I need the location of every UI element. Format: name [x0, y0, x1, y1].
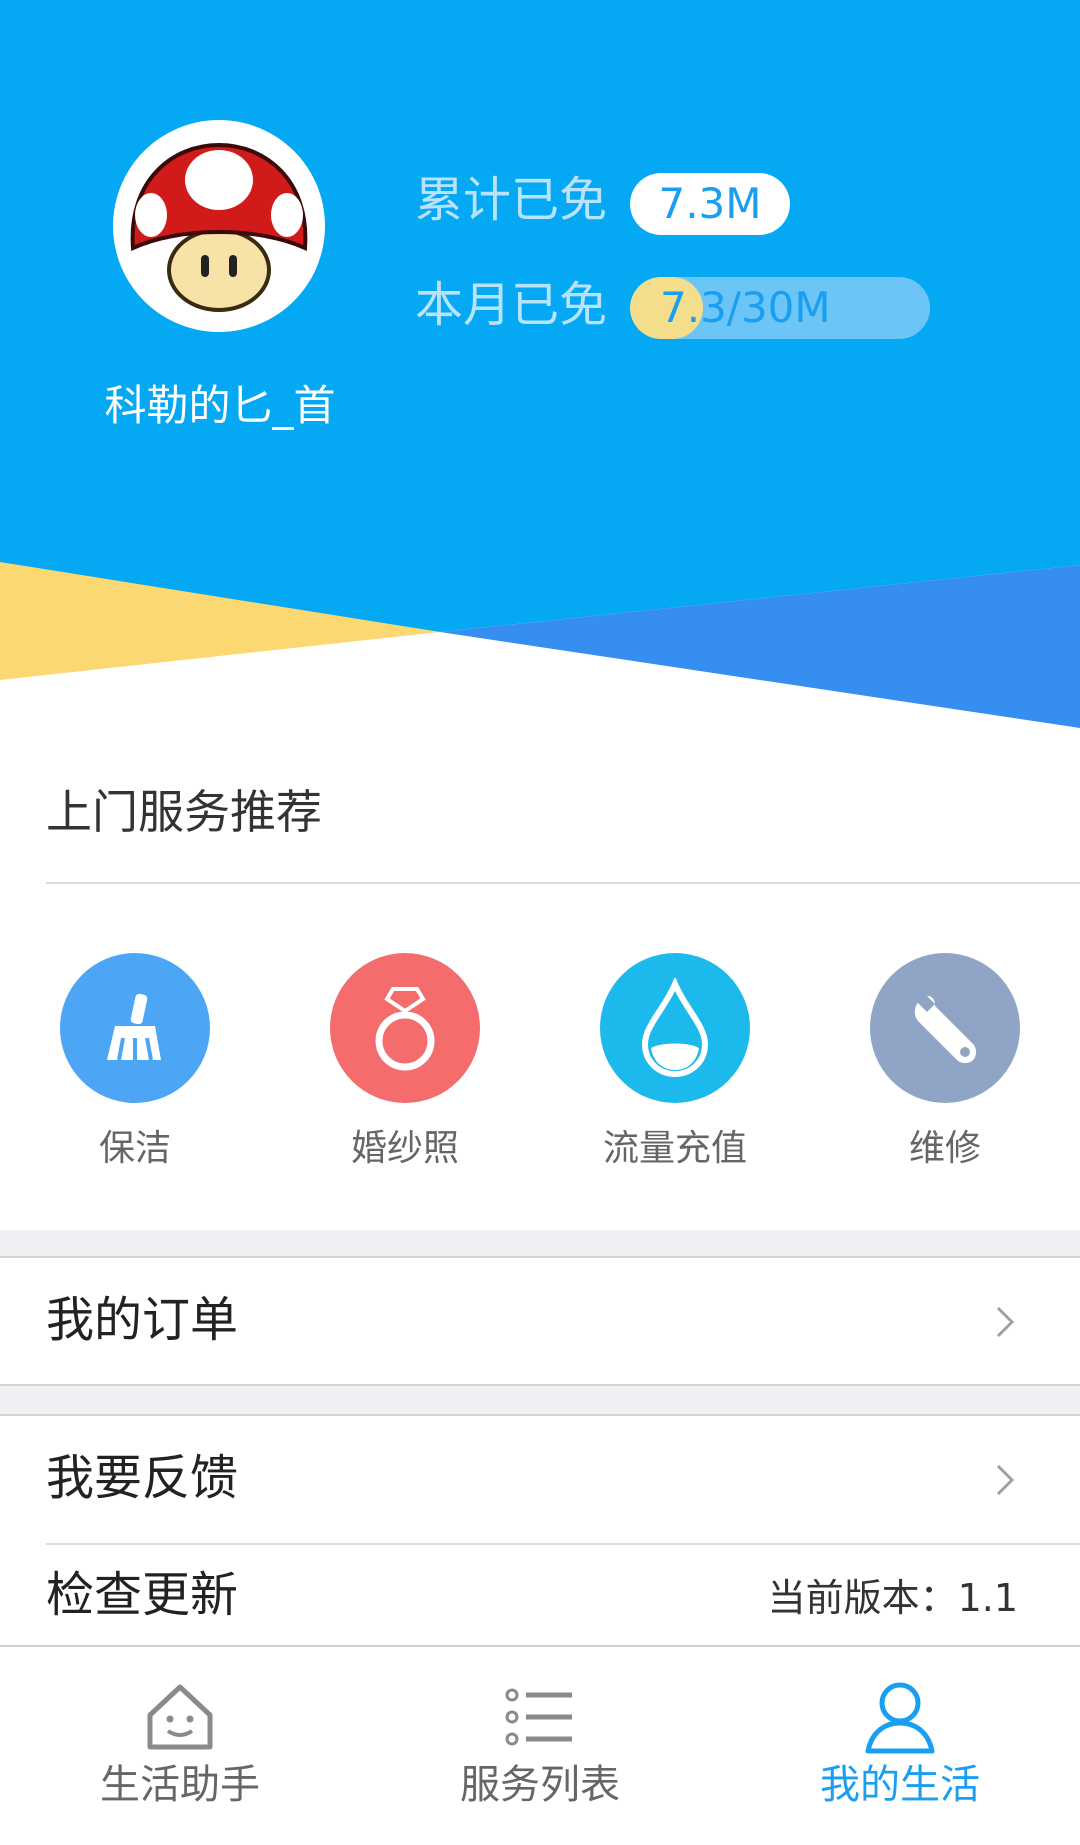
- service-label: 流量充值: [602, 1128, 747, 1169]
- check-update-row[interactable]: 检查更新 当前版本：1.1: [0, 1545, 1080, 1645]
- wrench-icon: [870, 953, 1020, 1103]
- service-repair[interactable]: 维修: [835, 950, 1055, 1180]
- profile-header: 科勒的匕_首 累计已免 7.3M 本月已免 7.3/30M: [0, 0, 1080, 735]
- divider: [46, 882, 1080, 884]
- section-gap: [0, 1230, 1080, 1258]
- current-version: 当前版本：1.1: [767, 1576, 1018, 1620]
- tab-label: 我的生活: [820, 1762, 980, 1808]
- mushroom-avatar-icon: [130, 142, 308, 312]
- month-saved-label: 本月已免: [415, 277, 608, 333]
- username: 科勒的匕_首: [104, 381, 336, 430]
- chevron-right-icon: [996, 1306, 1015, 1338]
- tab-life-assistant[interactable]: 生活助手: [0, 1647, 360, 1845]
- month-saved-value: 7.3/30M: [660, 283, 831, 332]
- tab-label: 服务列表: [460, 1762, 620, 1808]
- water-drop-icon: [600, 953, 750, 1103]
- total-saved-value: 7.3M: [630, 173, 790, 235]
- avatar[interactable]: [113, 120, 325, 332]
- bottom-nav: 生活助手 服务列表 我的生活: [0, 1645, 1080, 1845]
- section-title: 上门服务推荐: [46, 785, 322, 839]
- service-cleaning[interactable]: 保洁: [25, 950, 245, 1180]
- service-label: 保洁: [98, 1128, 171, 1169]
- service-label: 婚纱照: [350, 1128, 459, 1169]
- total-saved-label: 累计已免: [415, 172, 608, 228]
- list-icon: [505, 1688, 572, 1746]
- month-saved-progress: 7.3/30M: [630, 277, 930, 339]
- broom-icon: [60, 953, 210, 1103]
- service-wedding-photo[interactable]: 婚纱照: [295, 950, 515, 1180]
- feedback-label: 我要反馈: [46, 1450, 239, 1506]
- my-orders-label: 我的订单: [46, 1292, 239, 1348]
- user-icon: [865, 1682, 935, 1754]
- home-face-icon: [147, 1684, 213, 1750]
- feedback-row[interactable]: 我要反馈: [0, 1416, 1080, 1542]
- service-data-topup[interactable]: 流量充值: [565, 950, 785, 1180]
- header-background: [0, 0, 1080, 728]
- chevron-right-icon: [996, 1464, 1015, 1496]
- tab-service-list[interactable]: 服务列表: [360, 1647, 720, 1845]
- check-update-label: 检查更新: [46, 1567, 239, 1623]
- service-label: 维修: [908, 1128, 981, 1169]
- service-grid: 保洁 婚纱照 流量充值 维修: [0, 950, 1080, 1180]
- tab-my-life[interactable]: 我的生活: [720, 1647, 1080, 1845]
- tab-label: 生活助手: [100, 1762, 260, 1808]
- section-gap: [0, 1386, 1080, 1414]
- ring-icon: [330, 953, 480, 1103]
- my-orders-row[interactable]: 我的订单: [0, 1258, 1080, 1384]
